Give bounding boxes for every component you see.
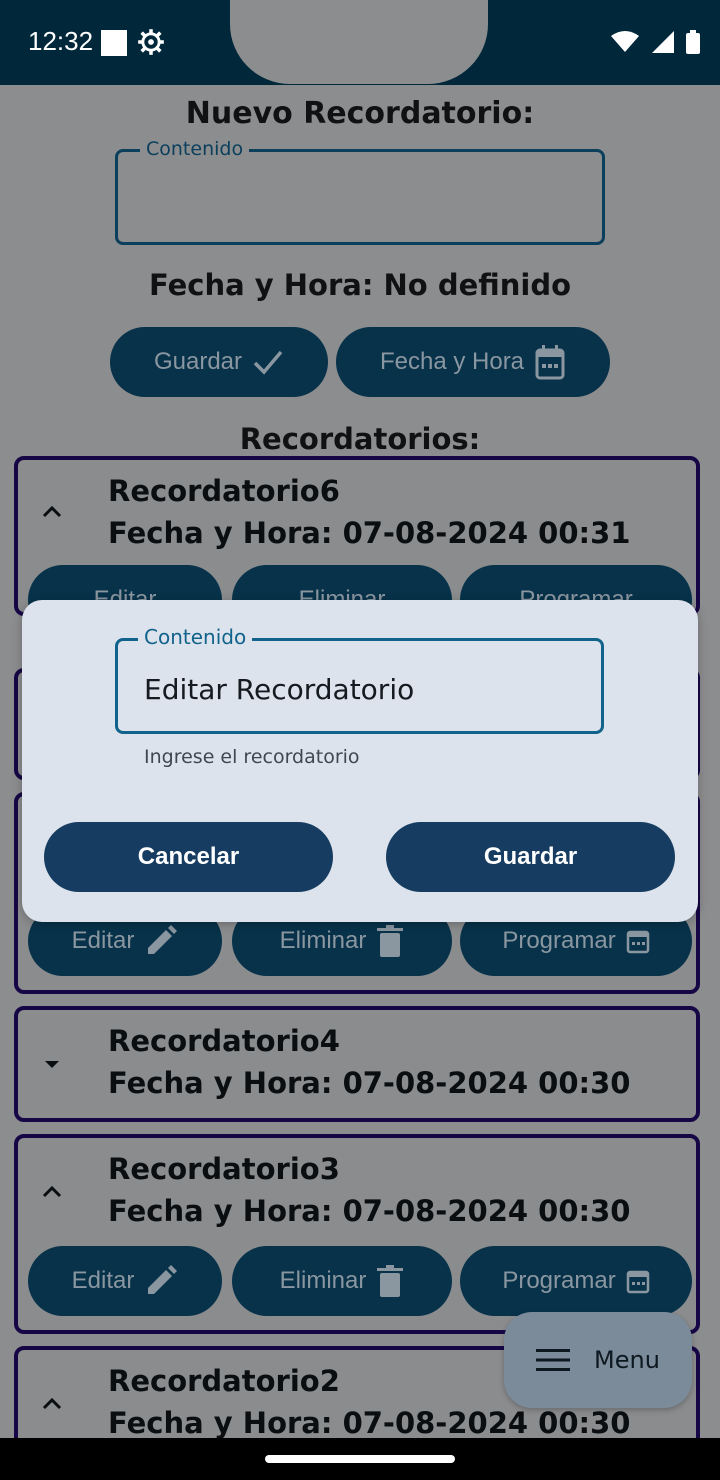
schedule-button[interactable]: Programar bbox=[460, 1246, 692, 1316]
calendar-icon bbox=[626, 1270, 649, 1294]
delete-button-label: Eliminar bbox=[279, 1267, 367, 1294]
reminder-datetime: Fecha y Hora: 07-08-2024 00:30 bbox=[108, 1066, 631, 1100]
wifi-icon bbox=[611, 31, 639, 52]
dialog-save-button[interactable]: Guardar bbox=[386, 822, 675, 892]
reminder-datetime: Fecha y Hora: 07-08-2024 00:30 bbox=[108, 1194, 631, 1228]
content-input[interactable]: Contenido bbox=[115, 138, 605, 245]
delete-button[interactable]: Eliminar bbox=[232, 1246, 452, 1316]
schedule-button-label: Programar bbox=[502, 1267, 616, 1294]
status-time: 12:32 bbox=[28, 26, 94, 56]
chevron-up-icon[interactable] bbox=[40, 500, 64, 524]
save-button[interactable]: Guardar bbox=[110, 327, 328, 397]
chevron-up-icon[interactable] bbox=[40, 1180, 64, 1204]
gear-icon bbox=[138, 29, 164, 55]
menu-fab[interactable]: Menu bbox=[504, 1312, 692, 1408]
app-screen: 12:32 Nuevo Recordatorio: Contenido Fech… bbox=[0, 0, 720, 1480]
edit-button-label: Editar bbox=[71, 927, 135, 954]
reminder-title: Recordatorio3 bbox=[108, 1152, 340, 1186]
list-heading: Recordatorios: bbox=[239, 422, 481, 456]
datetime-button-label: Fecha y Hora bbox=[379, 348, 525, 375]
dialog-content-input[interactable]: Contenido Editar Recordatorio bbox=[115, 625, 604, 734]
trash-icon bbox=[377, 925, 404, 957]
edit-button[interactable]: Editar bbox=[28, 1246, 222, 1316]
camera-notch bbox=[230, 0, 488, 84]
dialog-content-label: Contenido bbox=[138, 625, 253, 649]
trash-icon bbox=[377, 1265, 404, 1297]
schedule-button-label: Programar bbox=[502, 927, 616, 954]
cancel-button-label: Cancelar bbox=[137, 843, 240, 870]
reminder-datetime: Fecha y Hora: 07-08-2024 00:30 bbox=[108, 1406, 631, 1440]
chevron-down-icon[interactable] bbox=[40, 1052, 64, 1076]
system-icons bbox=[610, 30, 700, 54]
dialog-save-button-label: Guardar bbox=[483, 843, 578, 870]
reminder-title: Recordatorio2 bbox=[108, 1364, 340, 1398]
home-indicator[interactable] bbox=[265, 1455, 455, 1463]
date-status-text: Fecha y Hora: No definido bbox=[148, 268, 572, 302]
cancel-button[interactable]: Cancelar bbox=[44, 822, 333, 892]
content-input-label: Contenido bbox=[140, 138, 250, 160]
pencil-icon bbox=[148, 925, 178, 954]
reminder-title: Recordatorio6 bbox=[108, 474, 340, 508]
reminder-card[interactable]: Recordatorio4 Fecha y Hora: 07-08-2024 0… bbox=[14, 1006, 700, 1122]
battery-icon bbox=[686, 30, 700, 54]
signal-icon bbox=[652, 31, 674, 53]
hamburger-icon bbox=[536, 1349, 571, 1371]
reminder-datetime: Fecha y Hora: 07-08-2024 00:31 bbox=[108, 516, 631, 550]
delete-button-label: Eliminar bbox=[279, 927, 367, 954]
datetime-button[interactable]: Fecha y Hora bbox=[336, 327, 610, 397]
pencil-icon bbox=[148, 1265, 178, 1294]
reminder-card[interactable]: Recordatorio6 Fecha y Hora: 07-08-2024 0… bbox=[14, 456, 700, 635]
notification-square-icon bbox=[101, 30, 127, 56]
edit-dialog: Contenido Editar Recordatorio Ingrese el… bbox=[22, 600, 698, 922]
reminder-title: Recordatorio4 bbox=[108, 1024, 340, 1058]
form-title: Nuevo Recordatorio: bbox=[185, 96, 535, 131]
calendar-icon bbox=[626, 930, 649, 954]
calendar-icon bbox=[535, 345, 565, 380]
menu-fab-label: Menu bbox=[594, 1346, 660, 1374]
dialog-content-value: Editar Recordatorio bbox=[144, 673, 415, 706]
edit-button-label: Editar bbox=[71, 1267, 135, 1294]
save-button-label: Guardar bbox=[153, 348, 243, 375]
reminder-card[interactable]: Recordatorio3 Fecha y Hora: 07-08-2024 0… bbox=[14, 1134, 700, 1334]
dialog-helper-text: Ingrese el recordatorio bbox=[144, 746, 360, 768]
chevron-up-icon[interactable] bbox=[40, 1392, 64, 1416]
check-icon bbox=[253, 350, 283, 375]
